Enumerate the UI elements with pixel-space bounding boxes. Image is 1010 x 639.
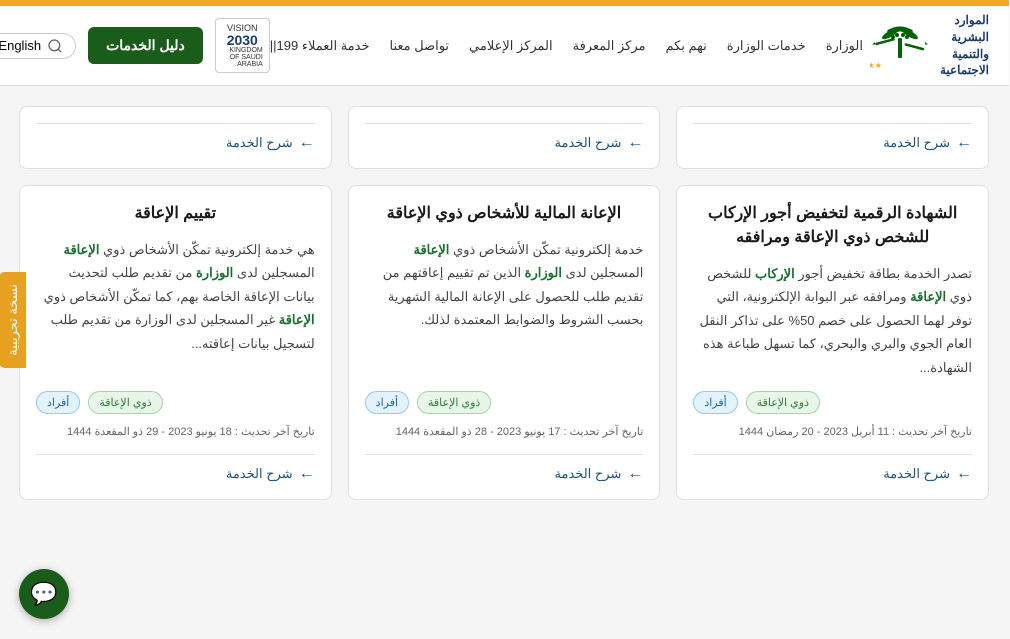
partial-card-1: ← شرح الخدمة (677, 106, 990, 169)
card-3-date: تاريخ آخر تحديث : 18 يونيو 2023 - 29 ذو … (37, 424, 316, 442)
search-area[interactable]: English (0, 33, 77, 59)
card-1-link-label: شرح الخدمة (884, 466, 951, 482)
card-1-date-label: تاريخ آخر تحديث : (893, 426, 973, 438)
nav-item-customer-service[interactable]: خدمة العملاء 199|| (271, 38, 371, 54)
tag-disability-2[interactable]: ذوي الإعاقة (418, 391, 492, 414)
nav-item-contact[interactable]: تواصل معنا (390, 38, 450, 54)
svg-text:★★★★★★★: ★★★★★★★ (871, 61, 883, 70)
highlight-6: الوزارة (197, 265, 234, 280)
header-right: الموارد البشرية والتنمية الاجتماعية (271, 12, 990, 79)
card-1-tags: ذوي الإعاقة أفراد (694, 391, 973, 414)
highlight-5: الإعاقة (65, 242, 101, 257)
tag-disability-3[interactable]: ذوي الإعاقة (89, 391, 163, 414)
partial-cards-row: ← شرح الخدمة ← شرح الخدمة ← شرح الخدمة (20, 106, 990, 169)
highlight-7: الإعاقة (280, 312, 316, 327)
card-2-link-label: شرح الخدمة (556, 466, 623, 482)
card-1-desc: تصدر الخدمة بطاقة تخفيض أجور الإركاب للش… (694, 262, 973, 379)
card-1-date: تاريخ آخر تحديث : 11 أبريل 2023 - 20 رمض… (694, 424, 973, 442)
card-2-date-label: تاريخ آخر تحديث : (565, 426, 645, 438)
chat-icon: 💬 (31, 581, 58, 607)
card-2-arrow-icon: ← (628, 465, 644, 483)
language-label[interactable]: English (0, 38, 42, 53)
service-link-1[interactable]: ← شرح الخدمة (884, 134, 973, 152)
highlight-3: الإعاقة (414, 242, 450, 257)
highlight-4: الوزارة (526, 265, 563, 280)
ministry-title-line2: والتنمية الاجتماعية (941, 46, 990, 80)
card-2-title: الإعانة المالية للأشخاص ذوي الإعاقة (366, 202, 645, 226)
card-disability-assessment: تقييم الإعاقة هي خدمة إلكترونية تمكّن ال… (20, 185, 333, 500)
partial-card-footer-1: ← شرح الخدمة (694, 123, 973, 152)
header-nav: الوزارة خدمات الوزارة نهم بكم مركز المعر… (271, 38, 864, 54)
card-2-desc: خدمة إلكترونية تمكّن الأشخاص ذوي الإعاقة… (366, 238, 645, 379)
service-link-label-2: شرح الخدمة (556, 135, 623, 151)
ministry-logo: الموارد البشرية والتنمية الاجتماعية (941, 12, 990, 79)
card-1-title: الشهادة الرقمية لتخفيض أجور الإركاب للشخ… (694, 202, 973, 250)
nav-item-ministry[interactable]: الوزارة (827, 38, 864, 54)
saudi-emblem: ★★★★★★★ (876, 18, 931, 73)
header: الموارد البشرية والتنمية الاجتماعية (0, 6, 1010, 86)
vision-2030-logo: VISION 2030 KINGDOM OF SAUDI ARABIA (216, 18, 271, 73)
card-3-link-label: شرح الخدمة (227, 466, 294, 482)
search-icon (48, 38, 64, 54)
highlight-2: الإعاقة (911, 289, 947, 304)
card-2-date-value: 17 يونيو 2023 - 28 ذو المقعدة 1444 (397, 426, 562, 438)
card-financial-aid: الإعانة المالية للأشخاص ذوي الإعاقة خدمة… (349, 185, 662, 500)
arrow-icon-1: ← (957, 134, 973, 152)
card-3-tags: ذوي الإعاقة أفراد (37, 391, 316, 414)
card-3-date-label: تاريخ آخر تحديث : (236, 426, 316, 438)
arrow-icon-2: ← (628, 134, 644, 152)
ministry-title-line1: الموارد البشرية (941, 12, 990, 46)
vision-year: 2030 (228, 33, 259, 47)
tag-individuals-3[interactable]: أفراد (37, 391, 81, 414)
vision-kingdom: KINGDOM OF SAUDI ARABIA (223, 47, 264, 68)
card-3-arrow-icon: ← (300, 465, 316, 483)
partial-card-footer-2: ← شرح الخدمة (366, 123, 645, 152)
partial-card-2: ← شرح الخدمة (349, 106, 662, 169)
card-3-service-link[interactable]: ← شرح الخدمة (227, 465, 316, 483)
nav-item-care[interactable]: نهم بكم (666, 38, 707, 54)
arrow-icon-3: ← (300, 134, 316, 152)
card-3-desc: هي خدمة إلكترونية تمكّن الأشخاص ذوي الإع… (37, 238, 316, 379)
logo-area: الموارد البشرية والتنمية الاجتماعية (876, 12, 990, 79)
card-2-footer: ← شرح الخدمة (366, 454, 645, 483)
service-link-label-1: شرح الخدمة (884, 135, 951, 151)
card-digital-certificate: الشهادة الرقمية لتخفيض أجور الإركاب للشخ… (677, 185, 990, 500)
card-1-service-link[interactable]: ← شرح الخدمة (884, 465, 973, 483)
card-3-footer: ← شرح الخدمة (37, 454, 316, 483)
card-2-date: تاريخ آخر تحديث : 17 يونيو 2023 - 28 ذو … (366, 424, 645, 442)
tag-individuals-1[interactable]: أفراد (694, 391, 738, 414)
highlight-1: الإركاب (756, 266, 796, 281)
card-3-date-value: 18 يونيو 2023 - 29 ذو المقعدة 1444 (68, 426, 233, 438)
nav-item-ministry-services[interactable]: خدمات الوزارة (728, 38, 807, 54)
main-content: ← شرح الخدمة ← شرح الخدمة ← شرح الخدمة (0, 86, 1010, 536)
card-3-title: تقييم الإعاقة (37, 202, 316, 226)
partial-card-3: ← شرح الخدمة (20, 106, 333, 169)
partial-card-footer-3: ← شرح الخدمة (37, 123, 316, 152)
tag-individuals-2[interactable]: أفراد (366, 391, 410, 414)
main-cards-row: الشهادة الرقمية لتخفيض أجور الإركاب للشخ… (20, 185, 990, 500)
card-1-arrow-icon: ← (957, 465, 973, 483)
header-left: VISION 2030 KINGDOM OF SAUDI ARABIA دليل… (0, 18, 271, 73)
side-tab[interactable]: نسخة تجريبية (0, 272, 27, 368)
daleel-button[interactable]: دليل الخدمات (89, 27, 204, 64)
card-1-footer: ← شرح الخدمة (694, 454, 973, 483)
service-link-2[interactable]: ← شرح الخدمة (556, 134, 645, 152)
service-link-3[interactable]: ← شرح الخدمة (227, 134, 316, 152)
chat-button[interactable]: 💬 (20, 569, 70, 619)
nav-item-knowledge[interactable]: مركز المعرفة (574, 38, 647, 54)
tag-disability-1[interactable]: ذوي الإعاقة (747, 391, 821, 414)
card-1-date-value: 11 أبريل 2023 - 20 رمضان 1444 (740, 426, 890, 438)
card-2-service-link[interactable]: ← شرح الخدمة (556, 465, 645, 483)
nav-item-media[interactable]: المركز الإعلامي (470, 38, 554, 54)
card-2-tags: ذوي الإعاقة أفراد (366, 391, 645, 414)
service-link-label-3: شرح الخدمة (227, 135, 294, 151)
